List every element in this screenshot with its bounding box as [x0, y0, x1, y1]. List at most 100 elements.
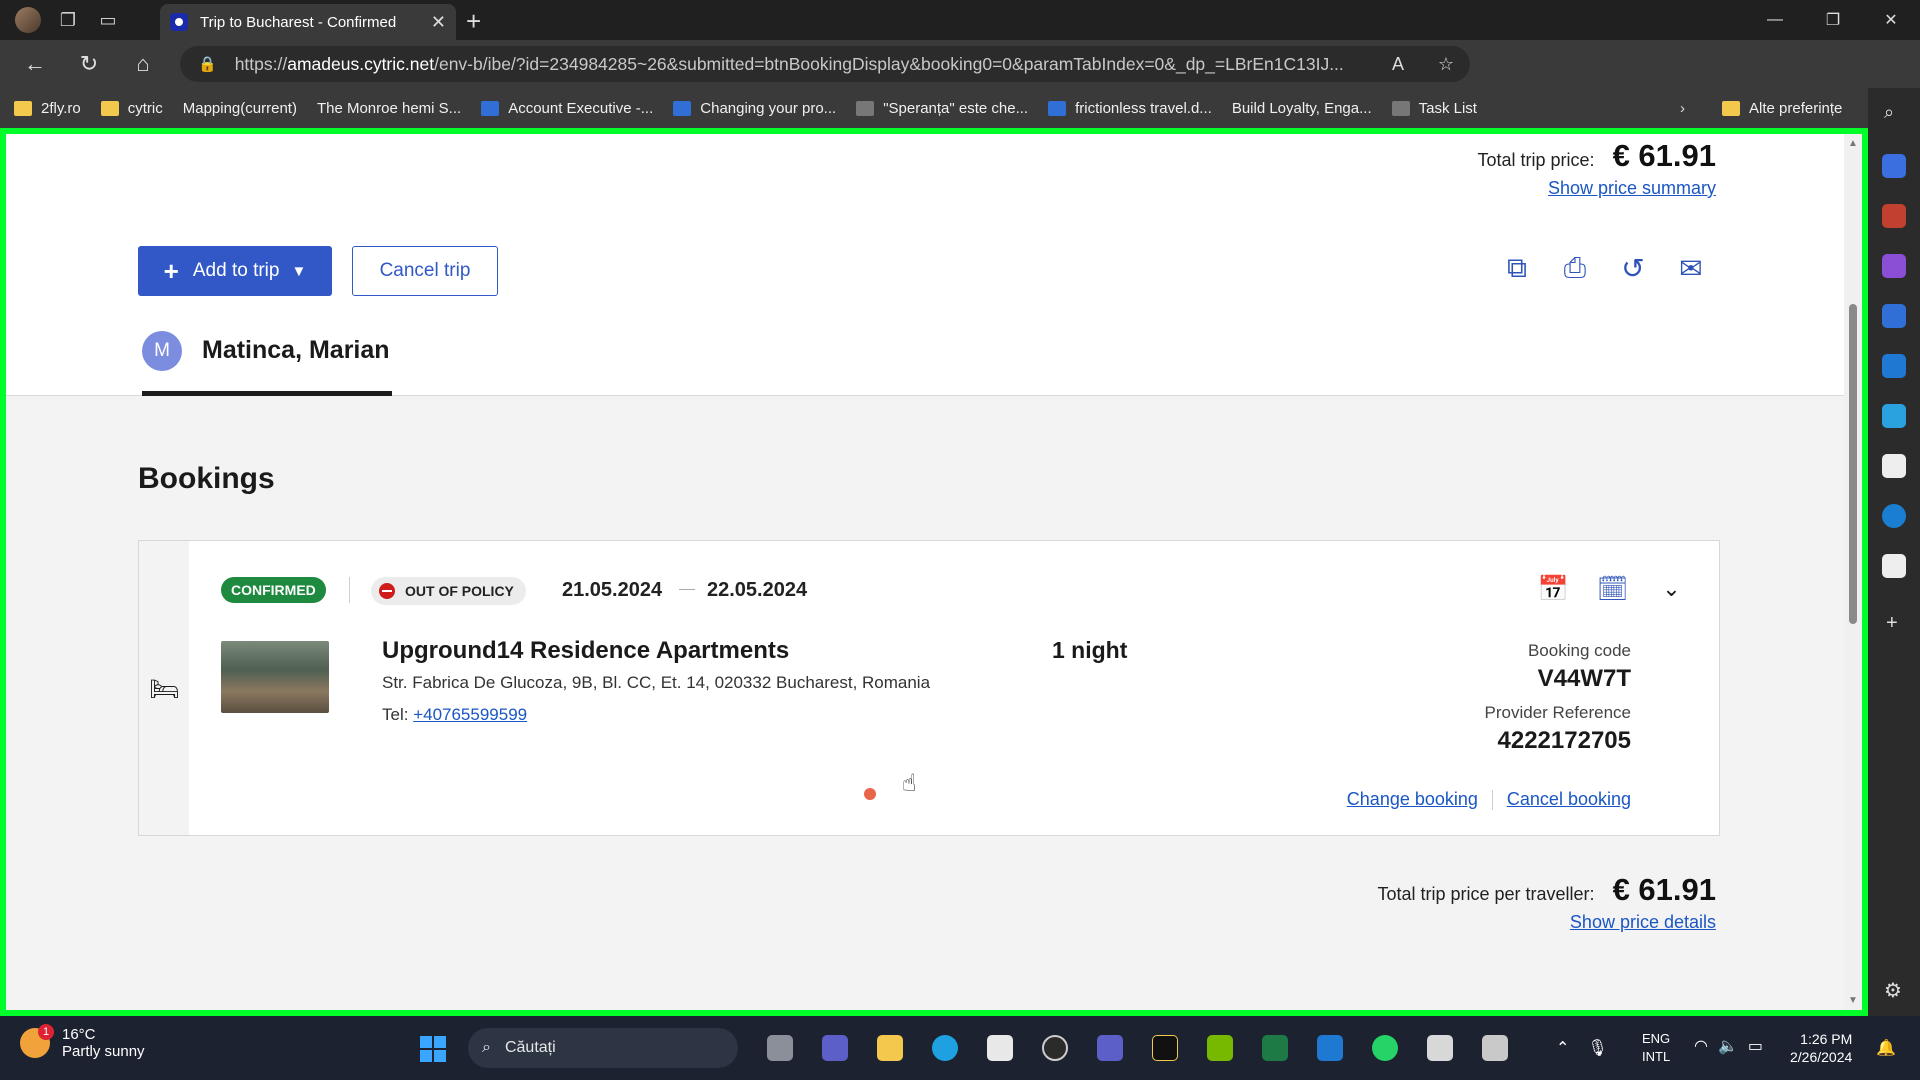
whatsapp-icon[interactable] [1357, 1028, 1412, 1068]
store-icon[interactable] [972, 1028, 1027, 1068]
bookmark-item[interactable]: Account Executive -... [481, 100, 653, 117]
hotel-photo[interactable] [221, 641, 329, 713]
add-icon[interactable]: + [1886, 612, 1898, 635]
microphone-icon[interactable]: 🎙 [1587, 1038, 1607, 1058]
doc-icon [1048, 100, 1067, 116]
tray-chevron-up-icon[interactable]: ⌃ [1556, 1038, 1569, 1058]
copy-icon[interactable]: ⧉ [1488, 244, 1546, 292]
teams-icon[interactable] [807, 1028, 862, 1068]
close-window-button[interactable]: ✕ [1862, 0, 1920, 40]
back-button[interactable]: ← [8, 40, 62, 88]
google-calendar-icon[interactable]: 🗓 [1583, 571, 1642, 607]
scroll-down-icon[interactable]: ▼ [1848, 995, 1858, 1006]
provider-reference: 4222172705 [1497, 727, 1631, 754]
refresh-button[interactable]: ↻ [62, 40, 116, 88]
booking-code: V44W7T [1537, 665, 1631, 692]
outlook-icon[interactable] [1882, 354, 1906, 378]
taskbar-search[interactable]: ⌕ Căutați [468, 1028, 738, 1068]
cancel-trip-button[interactable]: Cancel trip [352, 246, 498, 296]
chevron-down-icon[interactable]: ⌄ [1642, 571, 1701, 607]
bookmark-item[interactable]: Mapping(current) [0, 100, 297, 231]
bookmark-item[interactable]: The Monroe hemi S... [0, 100, 461, 231]
status-badge: CONFIRMED [221, 577, 326, 603]
clock[interactable]: 1:26 PM 2/26/2024 [1790, 1030, 1852, 1066]
tools-icon[interactable] [1882, 204, 1906, 228]
profile-avatar[interactable] [8, 0, 48, 40]
address-bar[interactable]: 🔒 https://amadeus.cytric.net/env-b/ibe/?… [180, 46, 1470, 82]
email-icon[interactable]: ✉ [1662, 244, 1720, 292]
notifications-bell-icon[interactable]: 🔔 [1876, 1038, 1896, 1058]
wifi-icon[interactable]: ◠ [1694, 1036, 1708, 1056]
change-booking-link[interactable]: Change booking [1347, 789, 1478, 810]
bookmark-item[interactable]: Build Loyalty, Enga... [0, 100, 1372, 231]
bookmark-item[interactable]: Task List [1391, 100, 1477, 117]
print-icon[interactable]: ⎙ [1546, 244, 1604, 292]
new-tab-button[interactable]: + [466, 6, 481, 37]
bookmark-item[interactable]: Changing your pro... [673, 100, 836, 117]
traveller-name: Matinca, Marian [202, 336, 390, 364]
total-per-traveller-label: Total trip price per traveller: [1377, 884, 1595, 904]
dell-icon[interactable] [1027, 1028, 1082, 1068]
tool-icon [1391, 100, 1410, 116]
file-explorer-icon[interactable] [862, 1028, 917, 1068]
history-icon[interactable]: ↺ [1604, 244, 1662, 292]
m365-icon[interactable] [1882, 304, 1906, 328]
send-icon[interactable] [1882, 404, 1906, 428]
scrollbar[interactable]: ▲ ▼ [1844, 134, 1862, 1010]
language-indicator[interactable]: ENG INTL [1642, 1030, 1670, 1066]
nvidia-icon[interactable] [1192, 1028, 1247, 1068]
cancel-booking-link[interactable]: Cancel booking [1507, 789, 1631, 810]
bookmark-item[interactable]: frictionless travel.d... [1048, 100, 1212, 117]
battery-icon[interactable]: ▭ [1748, 1036, 1763, 1056]
other-favorites[interactable]: Alte preferințe [1722, 88, 1842, 128]
app-icon[interactable] [1412, 1028, 1467, 1068]
show-price-summary-link[interactable]: Show price summary [1548, 178, 1716, 199]
bookings-heading: Bookings [138, 462, 275, 495]
terminal-icon[interactable] [1137, 1028, 1192, 1068]
total-label: Total trip price: [1477, 150, 1595, 170]
restore-button[interactable]: ❐ [1804, 0, 1862, 40]
app-icon[interactable] [1882, 554, 1906, 578]
shopping-tag-icon[interactable] [1882, 154, 1906, 178]
read-aloud-icon[interactable]: A [1374, 54, 1422, 75]
tab-actions-icon[interactable]: ▭ [88, 0, 128, 40]
games-icon[interactable] [1882, 254, 1906, 278]
settings-gear-icon[interactable]: ⚙ [1884, 978, 1902, 1003]
home-button[interactable]: ⌂ [116, 40, 170, 88]
bookmark-item[interactable]: "Speranța" este che... [856, 100, 1028, 117]
hotel-name: Upground14 Residence Apartments [382, 637, 790, 664]
edge-icon[interactable] [917, 1028, 972, 1068]
snipping-tool-icon[interactable] [1467, 1028, 1522, 1068]
workspaces-icon[interactable]: ❐ [48, 0, 88, 40]
lock-icon[interactable]: 🔒 [198, 55, 217, 73]
weather-widget[interactable]: 1 16°C Partly sunny [20, 1024, 145, 1060]
task-view-icon[interactable] [752, 1028, 807, 1068]
add-to-trip-button[interactable]: + Add to trip ▼ [138, 246, 332, 296]
show-price-details-link[interactable]: Show price details [1570, 912, 1716, 933]
search-icon[interactable]: ⌕ [1884, 102, 1894, 123]
volume-icon[interactable]: 🔈 [1718, 1036, 1738, 1056]
phone-link[interactable]: +40765599599 [413, 705, 527, 724]
scroll-up-icon[interactable]: ▲ [1848, 138, 1858, 149]
favorite-star-icon[interactable]: ☆ [1422, 54, 1470, 75]
tab-active[interactable]: Trip to Bucharest - Confirmed ✕ [160, 4, 456, 40]
amazon-icon[interactable] [1882, 504, 1906, 528]
app-icon[interactable] [1882, 454, 1906, 478]
browser-window: ❐ ▭ Trip to Bucharest - Confirmed ✕ + — … [0, 0, 1920, 1080]
excel-icon[interactable] [1247, 1028, 1302, 1068]
tab-traveller[interactable]: M Matinca, Marian [142, 310, 392, 396]
minimize-button[interactable]: — [1746, 0, 1804, 40]
teams-work-icon[interactable] [1082, 1028, 1137, 1068]
add-to-calendar-icon[interactable]: 📅 [1524, 571, 1583, 607]
bookmarks-overflow-chevron-icon[interactable]: › [1680, 88, 1685, 128]
check-in-date: 21.05.2024 [562, 579, 663, 601]
scrollbar-thumb[interactable] [1849, 304, 1857, 624]
b-icon [673, 100, 692, 116]
start-button[interactable] [420, 1036, 446, 1062]
bookmark-item[interactable]: cytric [100, 100, 163, 117]
bookmark-item[interactable]: 2fly.ro [14, 100, 81, 117]
url-text[interactable]: https://amadeus.cytric.net/env-b/ibe/?id… [235, 54, 1374, 75]
close-tab-icon[interactable]: ✕ [431, 12, 446, 33]
outlook-icon[interactable] [1302, 1028, 1357, 1068]
mouse-cursor-icon: ☝ [902, 770, 917, 797]
